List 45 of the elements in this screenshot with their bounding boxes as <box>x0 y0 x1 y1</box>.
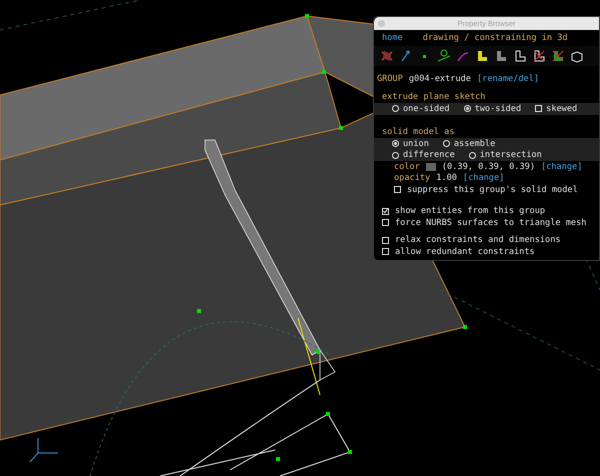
breadcrumb-text: drawing / constraining in 3d <box>422 33 568 43</box>
option-label: difference <box>403 150 455 160</box>
color-label: color <box>394 162 420 172</box>
color-swatch[interactable] <box>426 162 436 171</box>
checkbox[interactable] <box>394 186 401 194</box>
color-value: (0.39, 0.39, 0.39) <box>442 162 536 172</box>
checkbox[interactable] <box>535 105 542 112</box>
opacity-label: opacity <box>394 173 430 184</box>
group-label: GROUP <box>377 74 403 84</box>
cube-icon[interactable] <box>570 49 584 63</box>
checkbox[interactable] <box>382 219 389 226</box>
home-link[interactable]: home <box>382 33 403 43</box>
option-label: show entities from this group <box>395 206 546 216</box>
radio-button[interactable] <box>392 140 399 148</box>
rename-delete-link[interactable]: [rename/del] <box>476 74 540 84</box>
checkbox[interactable] <box>382 236 389 244</box>
radio-button[interactable] <box>442 140 450 148</box>
opacity-value: 1.00 <box>436 173 457 184</box>
group-name: g004-extrude <box>408 74 471 84</box>
section-title: extrude plane sketch <box>382 92 486 102</box>
filled-crossed-solid-icon[interactable] <box>551 49 565 63</box>
extrude-solid-icon[interactable] <box>475 49 489 63</box>
radio-button[interactable] <box>392 152 399 159</box>
section-title: solid model as <box>382 127 454 138</box>
option-label: allow redundant constraints <box>395 246 535 257</box>
option-label: relax constraints and dimensions <box>395 235 561 246</box>
option-label: assemble <box>454 138 496 149</box>
option-label: union <box>403 138 429 149</box>
option-label: suppress this group's solid model <box>407 184 578 195</box>
change-link[interactable]: [change] <box>462 173 504 184</box>
option-label: intersection <box>480 150 542 160</box>
solid-outline-icon[interactable] <box>513 49 527 63</box>
option-label: force NURBS surfaces to triangle mesh <box>395 218 586 228</box>
radio-button[interactable] <box>464 105 471 112</box>
radio-button[interactable] <box>392 105 399 112</box>
change-link[interactable]: [change] <box>541 162 582 172</box>
checkbox[interactable] <box>382 208 389 215</box>
option-label: two-sided <box>474 104 522 114</box>
option-label: skewed <box>546 104 578 114</box>
checkbox[interactable] <box>382 248 389 256</box>
option-label: one-sided <box>403 104 450 114</box>
filled-solid-icon[interactable] <box>494 49 508 63</box>
radio-button[interactable] <box>468 152 476 159</box>
axis-icon <box>30 438 58 462</box>
solid-crossed-icon[interactable] <box>532 49 546 63</box>
